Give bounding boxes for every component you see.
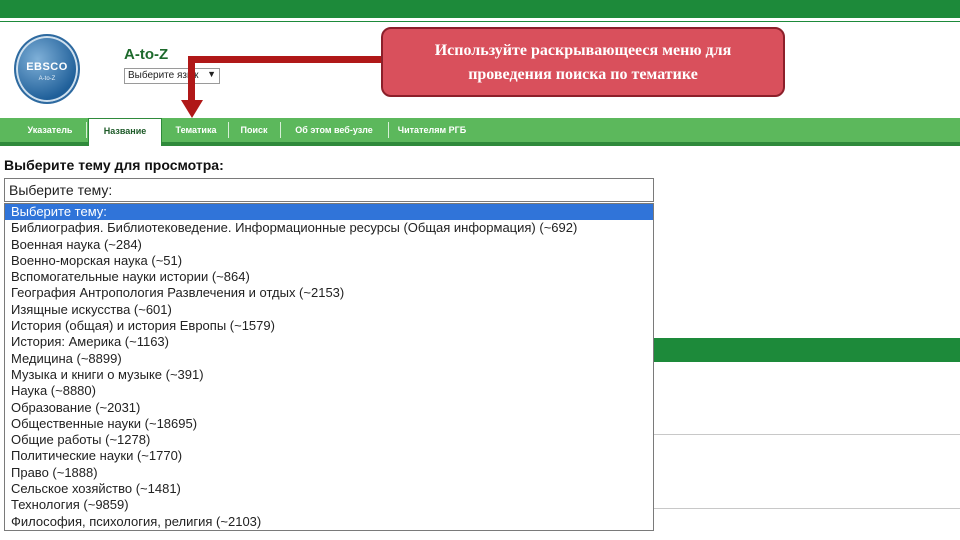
subject-option[interactable]: Сельское хозяйство (~1481) — [5, 481, 653, 497]
logo-text: EBSCO — [26, 61, 68, 73]
subject-option[interactable]: Общественные науки (~18695) — [5, 416, 653, 432]
subject-option[interactable]: Изящные искусства (~601) — [5, 302, 653, 318]
tab-about[interactable]: Об этом веб-узле — [282, 118, 386, 142]
tab-subject[interactable]: Тематика — [164, 118, 228, 142]
subject-option[interactable]: Музыка и книги о музыке (~391) — [5, 367, 653, 383]
subject-option[interactable]: Философия, психология, религия (~2103) — [5, 514, 653, 530]
content-divider — [654, 508, 960, 509]
tab-title[interactable]: Название — [88, 118, 162, 146]
tab-index[interactable]: Указатель — [14, 118, 86, 142]
subject-prompt: Выберите тему для просмотра: — [4, 157, 224, 173]
tab-search[interactable]: Поиск — [230, 118, 278, 142]
logo-subtext: A-to-Z — [38, 76, 56, 82]
ebsco-logo[interactable]: EBSCO A-to-Z — [14, 34, 80, 104]
subject-option[interactable]: Наука (~8880) — [5, 383, 653, 399]
nav-divider — [388, 122, 389, 138]
callout-arrow-stem — [188, 56, 195, 102]
tab-rgb-readers[interactable]: Читателям РГБ — [390, 118, 474, 142]
subject-option[interactable]: География Антропология Развлечения и отд… — [5, 285, 653, 301]
subject-select[interactable]: Выберите тему: — [4, 178, 654, 202]
callout-line-2: проведения поиска по тематике — [468, 66, 698, 83]
subject-option[interactable]: Вспомогательные науки истории (~864) — [5, 269, 653, 285]
subject-option[interactable]: Военно-морская наука (~51) — [5, 253, 653, 269]
subject-option[interactable]: Медицина (~8899) — [5, 351, 653, 367]
subject-option[interactable]: Право (~1888) — [5, 465, 653, 481]
subject-option[interactable]: История: Америка (~1163) — [5, 334, 653, 350]
subject-options-list: Выберите тему: Библиография. Библиотеков… — [4, 203, 654, 531]
subject-option[interactable]: Библиография. Библиотековедение. Информа… — [5, 220, 653, 236]
subject-option[interactable]: Военная наука (~284) — [5, 237, 653, 253]
subject-option[interactable]: История (общая) и история Европы (~1579) — [5, 318, 653, 334]
site-title: A-to-Z — [124, 46, 169, 63]
callout-line-1: Используйте раскрывающееся меню для — [434, 42, 732, 59]
subject-option[interactable]: Выберите тему: — [5, 204, 653, 221]
nav-divider — [280, 122, 281, 138]
callout-arrow-shaft — [188, 56, 382, 63]
nav-divider — [228, 122, 229, 138]
arrow-down-icon — [181, 100, 203, 118]
subject-option[interactable]: Политические науки (~1770) — [5, 448, 653, 464]
subject-option[interactable]: Образование (~2031) — [5, 400, 653, 416]
chevron-down-icon: ▼ — [207, 69, 216, 79]
results-header-bar — [654, 338, 960, 362]
subject-option[interactable]: Технология (~9859) — [5, 497, 653, 513]
nav-divider — [86, 122, 87, 138]
instruction-callout: Используйте раскрывающееся меню для пров… — [381, 27, 785, 97]
language-select[interactable]: Выберите язык ▼ — [124, 68, 220, 84]
content-divider — [654, 434, 960, 435]
top-banner-divider — [0, 18, 960, 21]
subject-option[interactable]: Общие работы (~1278) — [5, 432, 653, 448]
